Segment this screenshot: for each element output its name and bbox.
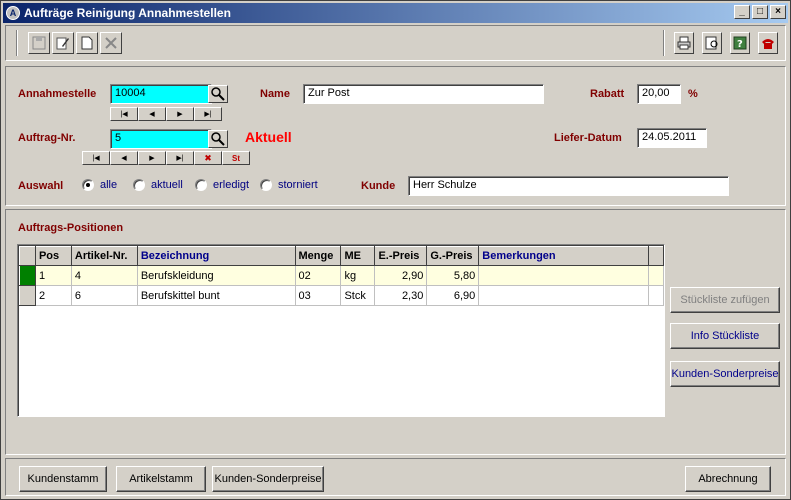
last-record-icon[interactable]: ▶| — [166, 151, 194, 165]
prev-record-icon[interactable]: ◀ — [138, 107, 166, 121]
positions-grid[interactable]: Pos Artikel-Nr. Bezeichnung Menge ME E.-… — [17, 244, 665, 417]
toolbar: ? — [5, 25, 786, 61]
cell-bemerkungen[interactable] — [478, 265, 649, 286]
kunden-sonderpreise-side-button[interactable]: Kunden-Sonderpreise — [670, 361, 780, 387]
column-header[interactable]: Pos — [34, 246, 72, 266]
cell-filler — [647, 265, 665, 286]
liefer-datum-label: Liefer-Datum — [554, 132, 622, 144]
column-header-filler — [647, 246, 665, 266]
artikelstamm-button[interactable]: Artikelstamm — [116, 466, 206, 492]
annahmestelle-field[interactable]: 10004 — [110, 84, 212, 104]
name-field[interactable]: Zur Post — [303, 84, 544, 104]
grid-header: Pos Artikel-Nr. Bezeichnung Menge ME E.-… — [19, 246, 665, 266]
title-bar: A Aufträge Reinigung Annahmestellen _ □ … — [3, 3, 788, 23]
kunde-field[interactable]: Herr Schulze — [408, 176, 729, 196]
cell-menge[interactable]: 02 — [294, 265, 342, 286]
cell-artikel[interactable]: 4 — [70, 265, 138, 286]
delete-icon[interactable] — [100, 32, 122, 54]
cell-epreis[interactable]: 2,90 — [374, 265, 428, 286]
cell-bezeichnung[interactable]: Berufskleidung — [136, 265, 296, 286]
radio-erledigt[interactable]: erledigt — [195, 179, 249, 191]
first-record-icon[interactable]: |◀ — [110, 107, 138, 121]
table-row[interactable]: 1 4 Berufskleidung 02 kg 2,90 5,80 — [19, 265, 665, 286]
auswahl-label: Auswahl — [18, 180, 64, 192]
column-header[interactable]: ME — [340, 246, 376, 266]
delete-record-icon[interactable]: ✖ — [194, 151, 222, 165]
rabatt-field[interactable]: 20,00 — [637, 84, 681, 104]
phone-icon[interactable] — [758, 32, 778, 54]
column-header[interactable]: Bezeichnung — [136, 246, 296, 266]
save-icon[interactable] — [28, 32, 50, 54]
cell-gpreis[interactable]: 5,80 — [426, 265, 480, 286]
rabatt-label: Rabatt — [590, 88, 625, 100]
positions-title: Auftrags-Positionen — [18, 222, 124, 234]
kunden-sonderpreise-button[interactable]: Kunden-Sonderpreise — [212, 466, 324, 492]
storno-button[interactable]: St — [222, 151, 250, 165]
cell-pos[interactable]: 1 — [34, 265, 72, 286]
header-panel: Annahmestelle 10004 |◀ ◀ ▶ ▶| Name Zur P… — [5, 66, 786, 206]
help-icon[interactable]: ? — [730, 32, 750, 54]
print-icon[interactable] — [674, 32, 694, 54]
liefer-datum-field[interactable]: 24.05.2011 — [637, 128, 707, 148]
row-selector[interactable] — [19, 265, 36, 286]
auftrag-field[interactable]: 5 — [110, 129, 212, 149]
minimize-button[interactable]: _ — [734, 5, 750, 19]
cell-me[interactable]: Stck — [340, 285, 376, 306]
print-preview-icon[interactable] — [702, 32, 722, 54]
cell-artikel[interactable]: 6 — [70, 285, 138, 306]
new-document-icon[interactable] — [76, 32, 98, 54]
stueckliste-zufuegen-button[interactable]: Stückliste zufügen — [670, 287, 780, 313]
column-header[interactable]: E.-Preis — [374, 246, 428, 266]
annahmestelle-navigator: |◀ ◀ ▶ ▶| — [110, 107, 222, 121]
kundenstamm-button[interactable]: Kundenstamm — [19, 466, 107, 492]
auftrag-label: Auftrag-Nr. — [18, 132, 76, 144]
abrechnung-button[interactable]: Abrechnung — [685, 466, 771, 492]
cell-menge[interactable]: 03 — [294, 285, 342, 306]
status-text: Aktuell — [245, 129, 292, 145]
auftrag-search-icon[interactable] — [208, 130, 228, 148]
radio-alle[interactable]: alle — [82, 179, 117, 191]
next-record-icon[interactable]: ▶ — [138, 151, 166, 165]
column-header[interactable]: Bemerkungen — [478, 246, 649, 266]
app-window: A Aufträge Reinigung Annahmestellen _ □ … — [0, 0, 791, 500]
radio-storniert[interactable]: storniert — [260, 179, 318, 191]
window-title: Aufträge Reinigung Annahmestellen — [24, 6, 231, 20]
kunde-label: Kunde — [361, 180, 396, 192]
app-icon: A — [6, 6, 20, 20]
maximize-button[interactable]: □ — [752, 5, 768, 19]
cell-pos[interactable]: 2 — [34, 285, 72, 306]
cell-me[interactable]: kg — [340, 265, 376, 286]
column-header[interactable]: Menge — [294, 246, 342, 266]
name-label: Name — [260, 88, 290, 100]
rabatt-unit: % — [688, 88, 698, 100]
cell-bezeichnung[interactable]: Berufskittel bunt — [136, 285, 296, 306]
last-record-icon[interactable]: ▶| — [194, 107, 222, 121]
annahmestelle-label: Annahmestelle — [18, 88, 97, 100]
prev-record-icon[interactable]: ◀ — [110, 151, 138, 165]
column-header[interactable]: Artikel-Nr. — [70, 246, 138, 266]
info-stueckliste-button[interactable]: Info Stückliste — [670, 323, 780, 349]
first-record-icon[interactable]: |◀ — [82, 151, 110, 165]
cell-filler — [647, 285, 665, 306]
radio-aktuell[interactable]: aktuell — [133, 179, 183, 191]
cell-bemerkungen[interactable] — [478, 285, 649, 306]
auftrag-navigator: |◀ ◀ ▶ ▶| ✖ St — [82, 151, 250, 165]
edit-icon[interactable] — [52, 32, 74, 54]
close-button[interactable]: × — [770, 5, 786, 19]
svg-text:?: ? — [737, 39, 743, 50]
cell-gpreis[interactable]: 6,90 — [426, 285, 480, 306]
cell-epreis[interactable]: 2,30 — [374, 285, 428, 306]
row-indicator-header — [19, 246, 36, 266]
row-selector[interactable] — [19, 285, 36, 306]
table-row[interactable]: 2 6 Berufskittel bunt 03 Stck 2,30 6,90 — [19, 285, 665, 306]
next-record-icon[interactable]: ▶ — [166, 107, 194, 121]
column-header[interactable]: G.-Preis — [426, 246, 480, 266]
annahmestelle-search-icon[interactable] — [208, 85, 228, 103]
